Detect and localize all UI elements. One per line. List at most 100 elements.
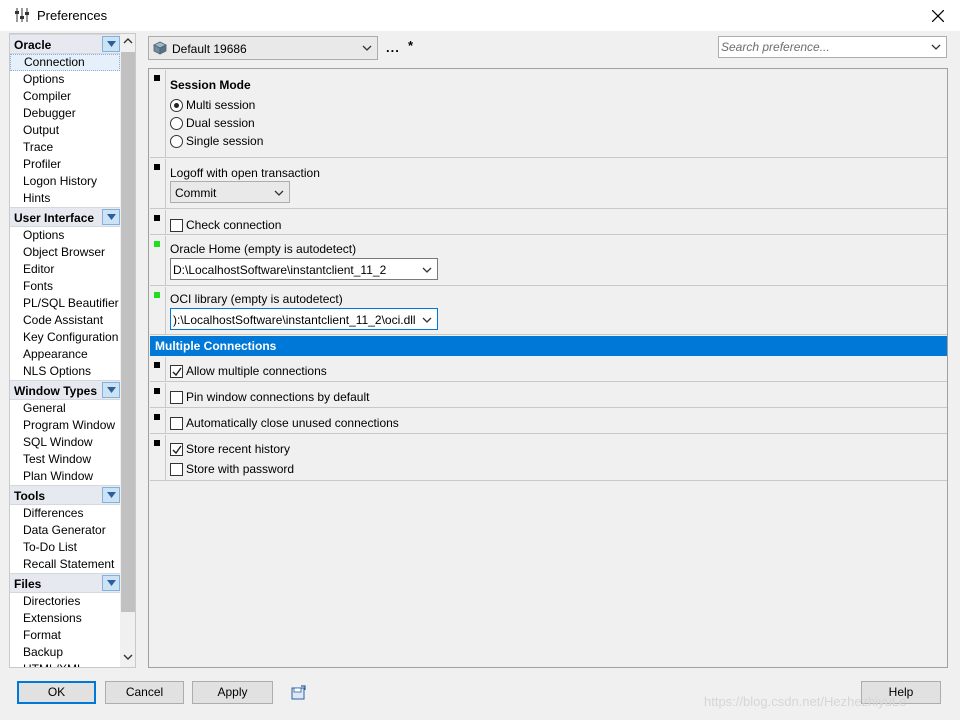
radio-single-session[interactable]: Single session xyxy=(170,133,263,149)
chevron-down-icon xyxy=(107,214,116,220)
search-preference-box[interactable] xyxy=(718,36,947,58)
search-input[interactable] xyxy=(721,38,926,56)
settings-panel: Session Mode Multi session Dual session … xyxy=(148,68,948,668)
nav-item[interactable]: Plan Window xyxy=(10,468,120,485)
nav-item[interactable]: Logon History xyxy=(10,173,120,190)
nav-group-header[interactable]: Window Types xyxy=(10,380,120,400)
close-button[interactable] xyxy=(916,0,960,31)
oracle-home-value[interactable]: D:\LocalhostSoftware\instantclient_11_2 xyxy=(173,263,386,277)
auto-close-checkbox[interactable]: Automatically close unused connections xyxy=(170,415,399,431)
nav-item[interactable]: Code Assistant xyxy=(10,312,120,329)
collapse-group-button[interactable] xyxy=(102,209,120,225)
nav-item[interactable]: Differences xyxy=(10,505,120,522)
nav-item[interactable]: SQL Window xyxy=(10,434,120,451)
scroll-thumb[interactable] xyxy=(121,52,135,612)
checkbox-checked[interactable] xyxy=(170,364,183,378)
checkbox-label: Store recent history xyxy=(186,442,291,456)
nav-item[interactable]: Compiler xyxy=(10,88,120,105)
checkbox-label: Allow multiple connections xyxy=(186,364,327,378)
nav-group-header[interactable]: Oracle xyxy=(10,34,120,54)
cancel-button[interactable]: Cancel xyxy=(105,681,184,704)
checkbox-checked[interactable] xyxy=(170,442,183,456)
nav-item[interactable]: Recall Statement xyxy=(10,556,120,573)
apply-button[interactable]: Apply xyxy=(192,681,273,704)
store-history-checkbox[interactable]: Store recent history xyxy=(170,441,290,457)
close-icon xyxy=(932,9,944,22)
nav-item[interactable]: Extensions xyxy=(10,610,120,627)
oci-library-section: OCI library (empty is autodetect) ):\Loc… xyxy=(150,287,947,335)
chevron-down-icon[interactable] xyxy=(422,267,432,273)
chevron-down-icon xyxy=(362,45,372,51)
allow-multiple-checkbox[interactable]: Allow multiple connections xyxy=(170,363,327,379)
category-list: Oracle Connection Options Compiler Debugger O… xyxy=(10,34,120,667)
save-settings-icon[interactable] xyxy=(291,685,307,704)
chevron-down-icon[interactable] xyxy=(931,44,941,50)
nav-item[interactable]: To-Do List xyxy=(10,539,120,556)
nav-item[interactable]: Key Configuration xyxy=(10,329,120,346)
preference-category-tree: Oracle Connection Options Compiler Debugger O… xyxy=(9,33,136,668)
nav-item[interactable]: Object Browser xyxy=(10,244,120,261)
radio-multi-session[interactable]: Multi session xyxy=(170,97,255,113)
radio-button[interactable] xyxy=(170,98,183,112)
pin-window-checkbox[interactable]: Pin window connections by default xyxy=(170,389,369,405)
nav-item[interactable]: Directories xyxy=(10,593,120,610)
more-options-button[interactable]: ... xyxy=(386,40,400,55)
chevron-down-icon[interactable] xyxy=(422,317,432,323)
nav-item[interactable]: Hints xyxy=(10,190,120,207)
scroll-up-icon[interactable] xyxy=(123,38,133,44)
radio-dual-session[interactable]: Dual session xyxy=(170,115,255,131)
nav-group-header[interactable]: User Interface xyxy=(10,207,120,227)
window-title: Preferences xyxy=(37,8,108,23)
radio-label: Multi session xyxy=(186,98,256,112)
watermark-text: https://blog.csdn.net/HezhezhiyuLe xyxy=(704,694,907,709)
checkbox[interactable] xyxy=(170,390,183,404)
nav-item[interactable]: NLS Options xyxy=(10,363,120,380)
nav-item[interactable]: Test Window xyxy=(10,451,120,468)
ok-button[interactable]: OK xyxy=(17,681,96,704)
chevron-down-icon xyxy=(107,580,116,586)
nav-item[interactable]: Data Generator xyxy=(10,522,120,539)
collapse-group-button[interactable] xyxy=(102,575,120,591)
radio-button[interactable] xyxy=(170,116,183,130)
nav-group-header[interactable]: Files xyxy=(10,573,120,593)
nav-item[interactable]: Profiler xyxy=(10,156,120,173)
oracle-home-combo[interactable]: D:\LocalhostSoftware\instantclient_11_2 xyxy=(170,258,438,280)
nav-group-header[interactable]: Tools xyxy=(10,485,120,505)
nav-group-label: User Interface xyxy=(14,211,95,225)
checkbox[interactable] xyxy=(170,416,183,430)
nav-item[interactable]: Trace xyxy=(10,139,120,156)
oci-library-combo[interactable]: ):\LocalhostSoftware\instantclient_11_2\… xyxy=(170,308,438,330)
allow-multiple-section: Allow multiple connections xyxy=(150,357,947,382)
checkbox[interactable] xyxy=(170,462,183,476)
nav-item[interactable]: Appearance xyxy=(10,346,120,363)
nav-item[interactable]: Format xyxy=(10,627,120,644)
nav-item[interactable]: Program Window xyxy=(10,417,120,434)
oci-library-value[interactable]: ):\LocalhostSoftware\instantclient_11_2\… xyxy=(173,313,416,327)
nav-group-label: Window Types xyxy=(14,384,98,398)
collapse-group-button[interactable] xyxy=(102,36,120,52)
nav-item[interactable]: Editor xyxy=(10,261,120,278)
nav-item[interactable]: Fonts xyxy=(10,278,120,295)
nav-item[interactable]: HTML/XML xyxy=(10,661,120,667)
checkbox[interactable] xyxy=(170,218,183,232)
setting-marker xyxy=(154,414,160,420)
nav-item[interactable]: Backup xyxy=(10,644,120,661)
collapse-group-button[interactable] xyxy=(102,382,120,398)
nav-item[interactable]: Debugger xyxy=(10,105,120,122)
profile-select[interactable]: Default 19686 xyxy=(148,36,378,60)
session-mode-section: Session Mode Multi session Dual session … xyxy=(150,70,947,158)
scroll-down-icon[interactable] xyxy=(123,654,133,660)
check-connection-checkbox[interactable]: Check connection xyxy=(170,217,281,233)
collapse-group-button[interactable] xyxy=(102,487,120,503)
logoff-select[interactable]: Commit xyxy=(170,181,290,203)
nav-item[interactable]: Connection xyxy=(10,54,120,71)
tree-scrollbar[interactable] xyxy=(120,34,135,667)
nav-item[interactable]: Options xyxy=(10,227,120,244)
nav-item[interactable]: Output xyxy=(10,122,120,139)
nav-item[interactable]: PL/SQL Beautifier xyxy=(10,295,120,312)
checkmark-icon xyxy=(172,367,182,376)
store-password-checkbox[interactable]: Store with password xyxy=(170,461,294,477)
nav-item[interactable]: Options xyxy=(10,71,120,88)
radio-button[interactable] xyxy=(170,134,183,148)
nav-item[interactable]: General xyxy=(10,400,120,417)
